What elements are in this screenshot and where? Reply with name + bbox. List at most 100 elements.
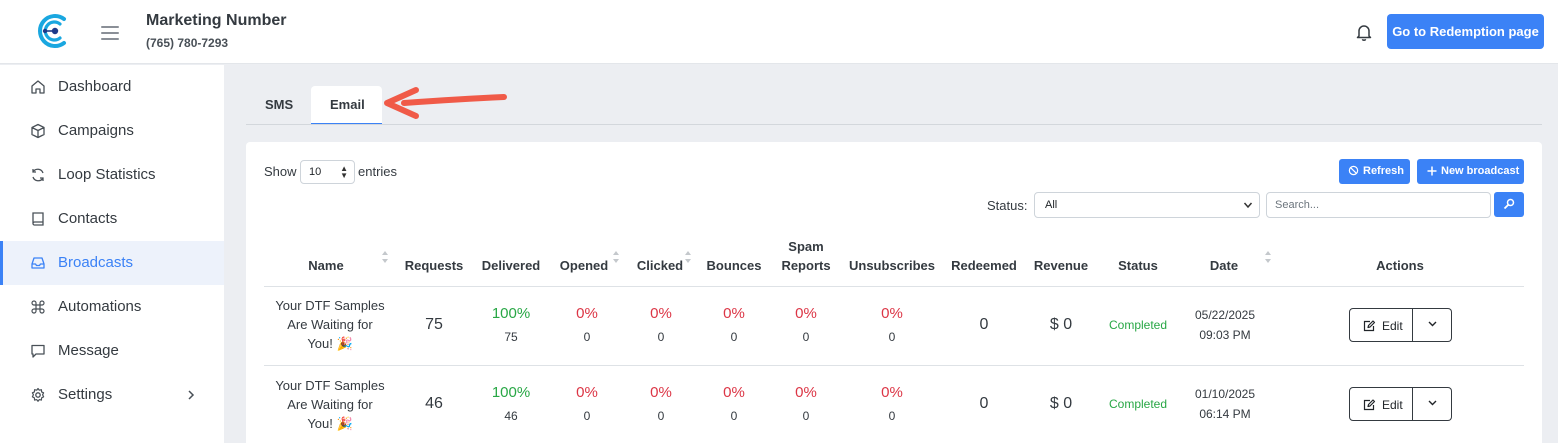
column-header-spam-line2: Reports (781, 258, 831, 273)
column-header-date[interactable]: Date (1196, 256, 1252, 275)
new-broadcast-label: New broadcast (1441, 165, 1520, 177)
sort-icon[interactable] (684, 250, 692, 264)
status-filter-select[interactable]: All (1034, 192, 1260, 218)
revenue-value: $ 0 (1049, 395, 1073, 412)
spam-count: 0 (802, 330, 810, 344)
time-value: 06:14 PM (1199, 407, 1251, 421)
column-header-bounces: Bounces (706, 258, 762, 273)
chevron-right-icon (188, 390, 195, 400)
sidebar-item-label: Campaigns (58, 122, 134, 139)
requests-value: 75 (425, 316, 443, 333)
message-icon (31, 344, 45, 358)
business-name: Marketing Number (146, 12, 287, 29)
sort-icon[interactable] (612, 250, 620, 264)
search-button[interactable] (1494, 192, 1524, 217)
tab-email[interactable]: Email (311, 86, 382, 125)
annotation-arrow (384, 87, 507, 119)
bell-icon[interactable] (1354, 22, 1374, 42)
tab-sms[interactable]: SMS (246, 86, 312, 125)
sidebar-item-dashboard[interactable]: Dashboard (0, 65, 224, 109)
edit-button[interactable]: Edit (1349, 387, 1413, 421)
sidebar-item-loop-statistics[interactable]: Loop Statistics (0, 153, 224, 197)
edit-button[interactable]: Edit (1349, 308, 1413, 342)
name-line: You! 🎉 (307, 336, 353, 351)
new-broadcast-button[interactable]: New broadcast (1417, 159, 1524, 184)
entries-value: 10 (309, 166, 322, 178)
bounces-count: 0 (730, 409, 738, 423)
top-header: Marketing Number (765) 780-7293 Go to Re… (0, 0, 1558, 64)
chevron-down-icon (1428, 321, 1437, 327)
column-header-requests: Requests (404, 258, 464, 273)
date-value: 05/22/2025 (1194, 308, 1256, 322)
column-header-delivered: Delivered (481, 258, 541, 273)
spam-percent: 0% (795, 384, 817, 401)
sort-icon[interactable] (381, 250, 389, 264)
unsubscribes-percent: 0% (881, 305, 903, 322)
revenue-value: $ 0 (1049, 316, 1073, 333)
delivered-percent: 100% (491, 384, 531, 401)
refresh-button[interactable]: Refresh (1339, 159, 1410, 184)
bounces-count: 0 (730, 330, 738, 344)
search-input[interactable] (1266, 192, 1491, 218)
clicked-percent: 0% (650, 305, 672, 322)
sidebar: Dashboard Campaigns Loop Statistics Cont… (0, 65, 224, 443)
broadcast-date: 01/10/2025 06:14 PM (1180, 384, 1270, 424)
sidebar-item-contacts[interactable]: Contacts (0, 197, 224, 241)
edit-icon (1363, 399, 1376, 411)
edit-label: Edit (1382, 319, 1403, 333)
chevron-down-icon (1243, 202, 1253, 209)
inbox-icon (31, 257, 45, 269)
delivered-count: 75 (504, 330, 518, 344)
opened-percent: 0% (576, 384, 598, 401)
name-line: Your DTF Samples (275, 298, 385, 313)
refresh-icon (32, 168, 44, 182)
search-icon (1503, 198, 1515, 210)
sidebar-item-label: Broadcasts (58, 254, 134, 271)
delivered-count: 46 (504, 409, 518, 423)
tab-divider (246, 124, 1542, 125)
status-filter-label: Status: (987, 198, 1028, 213)
clicked-percent: 0% (650, 384, 672, 401)
status-badge: Completed (1108, 318, 1168, 332)
column-header-actions: Actions (1376, 258, 1424, 273)
menu-toggle-icon[interactable] (101, 26, 119, 40)
actions-dropdown-toggle[interactable] (1413, 387, 1452, 421)
book-icon (32, 212, 44, 226)
column-header-revenue: Revenue (1033, 258, 1089, 273)
sidebar-item-automations[interactable]: Automations (0, 285, 224, 329)
column-header-clicked[interactable]: Clicked (632, 256, 688, 275)
column-header-opened[interactable]: Opened (556, 256, 612, 275)
column-header-redeemed: Redeemed (951, 258, 1017, 273)
sidebar-item-campaigns[interactable]: Campaigns (0, 109, 224, 153)
business-phone: (765) 780-7293 (146, 36, 229, 50)
go-to-redemption-button[interactable]: Go to Redemption page (1387, 14, 1544, 49)
redeemed-value: 0 (979, 316, 989, 333)
sort-icon[interactable] (1264, 250, 1272, 264)
edit-icon (1363, 320, 1376, 332)
actions-dropdown-toggle[interactable] (1413, 308, 1452, 342)
requests-value: 46 (425, 395, 443, 412)
column-header-spam-line1: Spam (788, 239, 824, 254)
broadcast-name[interactable]: Your DTF Samples Are Waiting for You! 🎉 (270, 296, 390, 353)
tab-label: SMS (265, 97, 294, 112)
time-value: 09:03 PM (1199, 328, 1251, 342)
clicked-count: 0 (657, 330, 665, 344)
sidebar-item-broadcasts[interactable]: Broadcasts (0, 241, 224, 285)
broadcast-name[interactable]: Your DTF Samples Are Waiting for You! 🎉 (270, 376, 390, 433)
sidebar-item-label: Loop Statistics (58, 166, 156, 183)
app-logo[interactable] (34, 11, 74, 51)
unsubscribes-percent: 0% (881, 384, 903, 401)
plus-icon (1427, 166, 1437, 176)
entries-per-page-select[interactable]: 10 ▲ ▼ (300, 160, 355, 184)
tab-label: Email (330, 97, 365, 112)
sidebar-item-label: Dashboard (58, 78, 132, 95)
column-header-name[interactable]: Name (296, 256, 356, 275)
box-icon (31, 123, 45, 139)
bounces-percent: 0% (723, 384, 745, 401)
sidebar-item-settings[interactable]: Settings (0, 373, 224, 417)
spam-count: 0 (802, 409, 810, 423)
sidebar-item-label: Automations (58, 298, 142, 315)
opened-count: 0 (583, 409, 591, 423)
sidebar-item-message[interactable]: Message (0, 329, 224, 373)
name-line: You! 🎉 (307, 416, 353, 431)
